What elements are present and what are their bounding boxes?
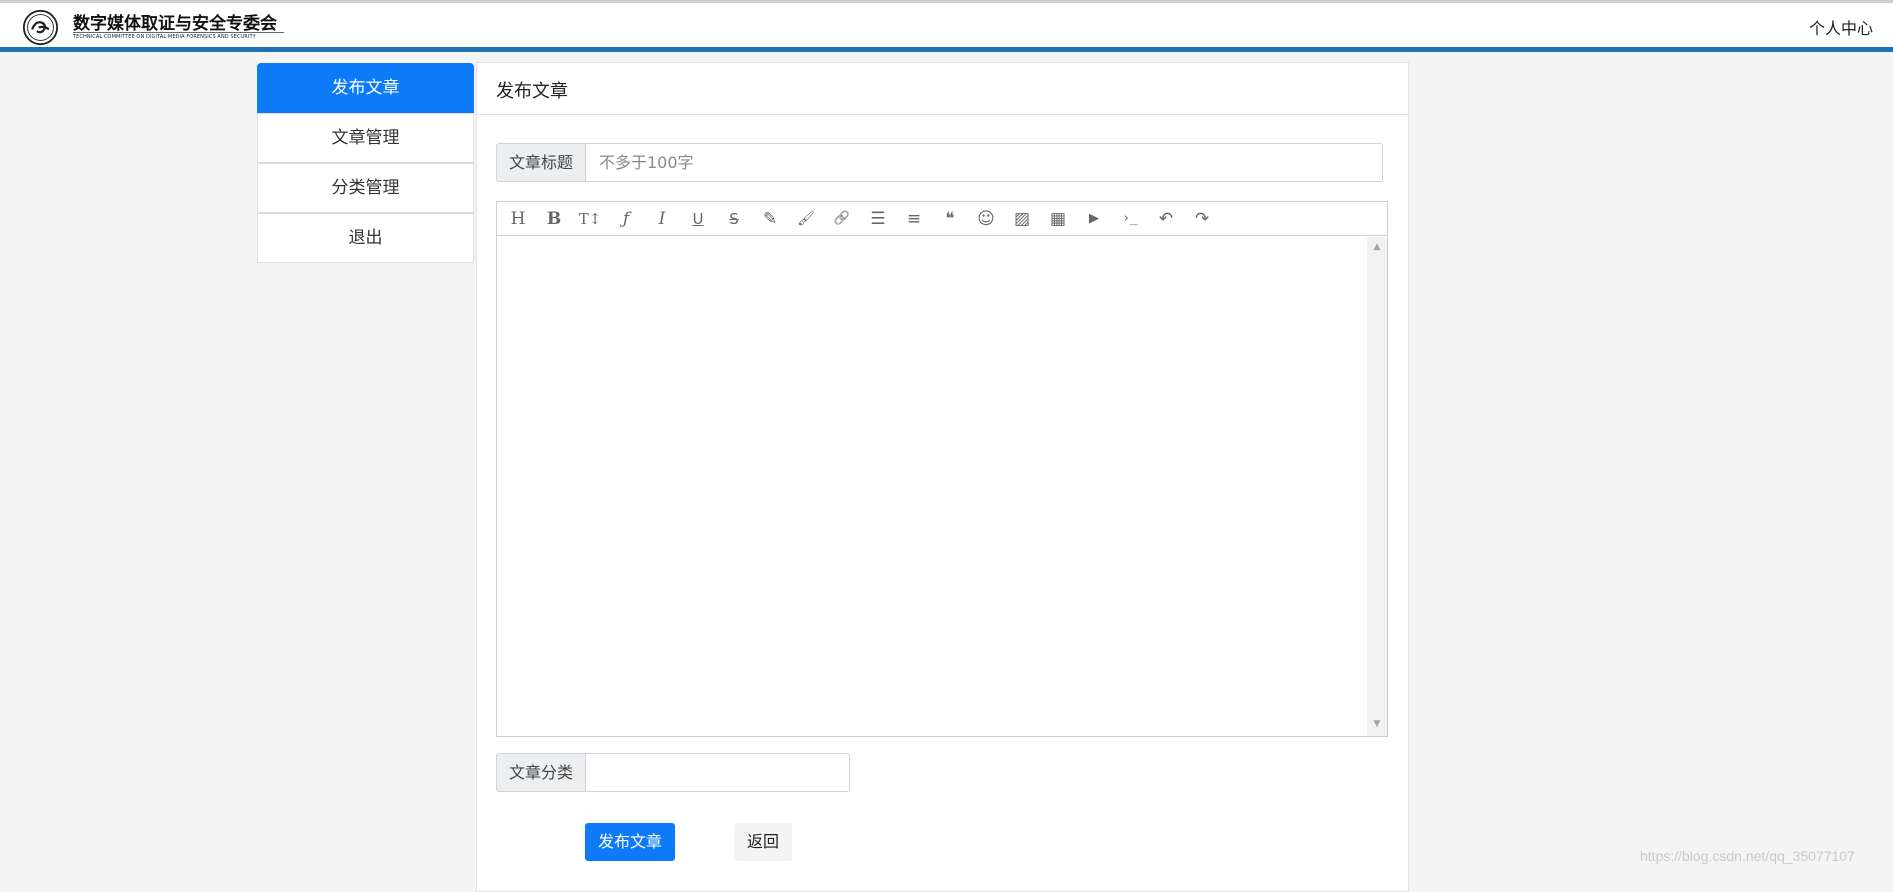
back-button[interactable]: 返回 <box>734 823 792 861</box>
bold-icon[interactable]: B <box>539 202 569 236</box>
title-field-label: 文章标题 <box>496 143 586 182</box>
sidebar-item-publish-article[interactable]: 发布文章 <box>257 63 474 113</box>
strikethrough-icon[interactable]: S <box>719 202 749 236</box>
top-header <box>0 3 1893 47</box>
editor-scrollbar[interactable] <box>1367 237 1387 736</box>
italic-icon[interactable]: I <box>647 202 677 236</box>
brush-icon[interactable]: 🖌 <box>791 202 821 236</box>
font-size-icon[interactable]: T↕ <box>575 202 605 236</box>
link-icon[interactable]: 🔗 <box>827 202 857 236</box>
video-icon[interactable]: ▶ <box>1079 202 1109 236</box>
panel-header-divider <box>476 114 1409 115</box>
quote-icon[interactable]: ❝ <box>935 202 965 236</box>
redo-icon[interactable]: ↷ <box>1187 202 1217 236</box>
category-field-label: 文章分类 <box>496 753 586 792</box>
sidebar-item-logout[interactable]: 退出 <box>257 213 474 263</box>
align-icon[interactable]: ≡ <box>899 202 929 236</box>
scroll-down-arrow-icon[interactable]: ▼ <box>1367 717 1387 731</box>
list-icon[interactable]: ☰ <box>863 202 893 236</box>
category-input[interactable] <box>585 753 850 792</box>
code-icon[interactable]: ›_ <box>1115 202 1145 236</box>
font-family-icon[interactable]: ƒ <box>611 202 641 236</box>
table-icon[interactable]: ▦ <box>1043 202 1073 236</box>
org-name: 数字媒体取证与安全专委会 <box>73 14 277 34</box>
highlighter-icon[interactable]: ✎ <box>755 202 785 236</box>
sidebar-item-article-management[interactable]: 文章管理 <box>257 113 474 163</box>
user-center-link[interactable]: 个人中心 <box>1809 15 1873 39</box>
editor-toolbar: H B T↕ ƒ I U S ✎ 🖌 🔗 ☰ ≡ ❝ ☺ ▨ ▦ ▶ ›_ ↶ … <box>497 202 1387 236</box>
undo-icon[interactable]: ↶ <box>1151 202 1181 236</box>
editor-content-area[interactable] <box>497 237 1367 736</box>
scroll-up-arrow-icon[interactable]: ▲ <box>1367 240 1387 254</box>
org-subtitle: TECHNICAL COMMITTEE ON DIGITAL MEDIA FOR… <box>73 34 256 40</box>
header-accent-bar <box>0 47 1893 52</box>
logo-icon[interactable] <box>22 9 59 46</box>
watermark-text: https://blog.csdn.net/qq_35077107 <box>1640 848 1855 864</box>
underline-icon[interactable]: U <box>683 202 713 236</box>
emoji-icon[interactable]: ☺ <box>971 202 1001 236</box>
page-title: 发布文章 <box>496 81 568 102</box>
publish-article-button[interactable]: 发布文章 <box>585 823 675 861</box>
image-icon[interactable]: ▨ <box>1007 202 1037 236</box>
sidebar-item-category-management[interactable]: 分类管理 <box>257 163 474 213</box>
heading-icon[interactable]: H <box>503 202 533 236</box>
logo-divider <box>73 32 284 33</box>
title-input[interactable] <box>585 143 1383 182</box>
